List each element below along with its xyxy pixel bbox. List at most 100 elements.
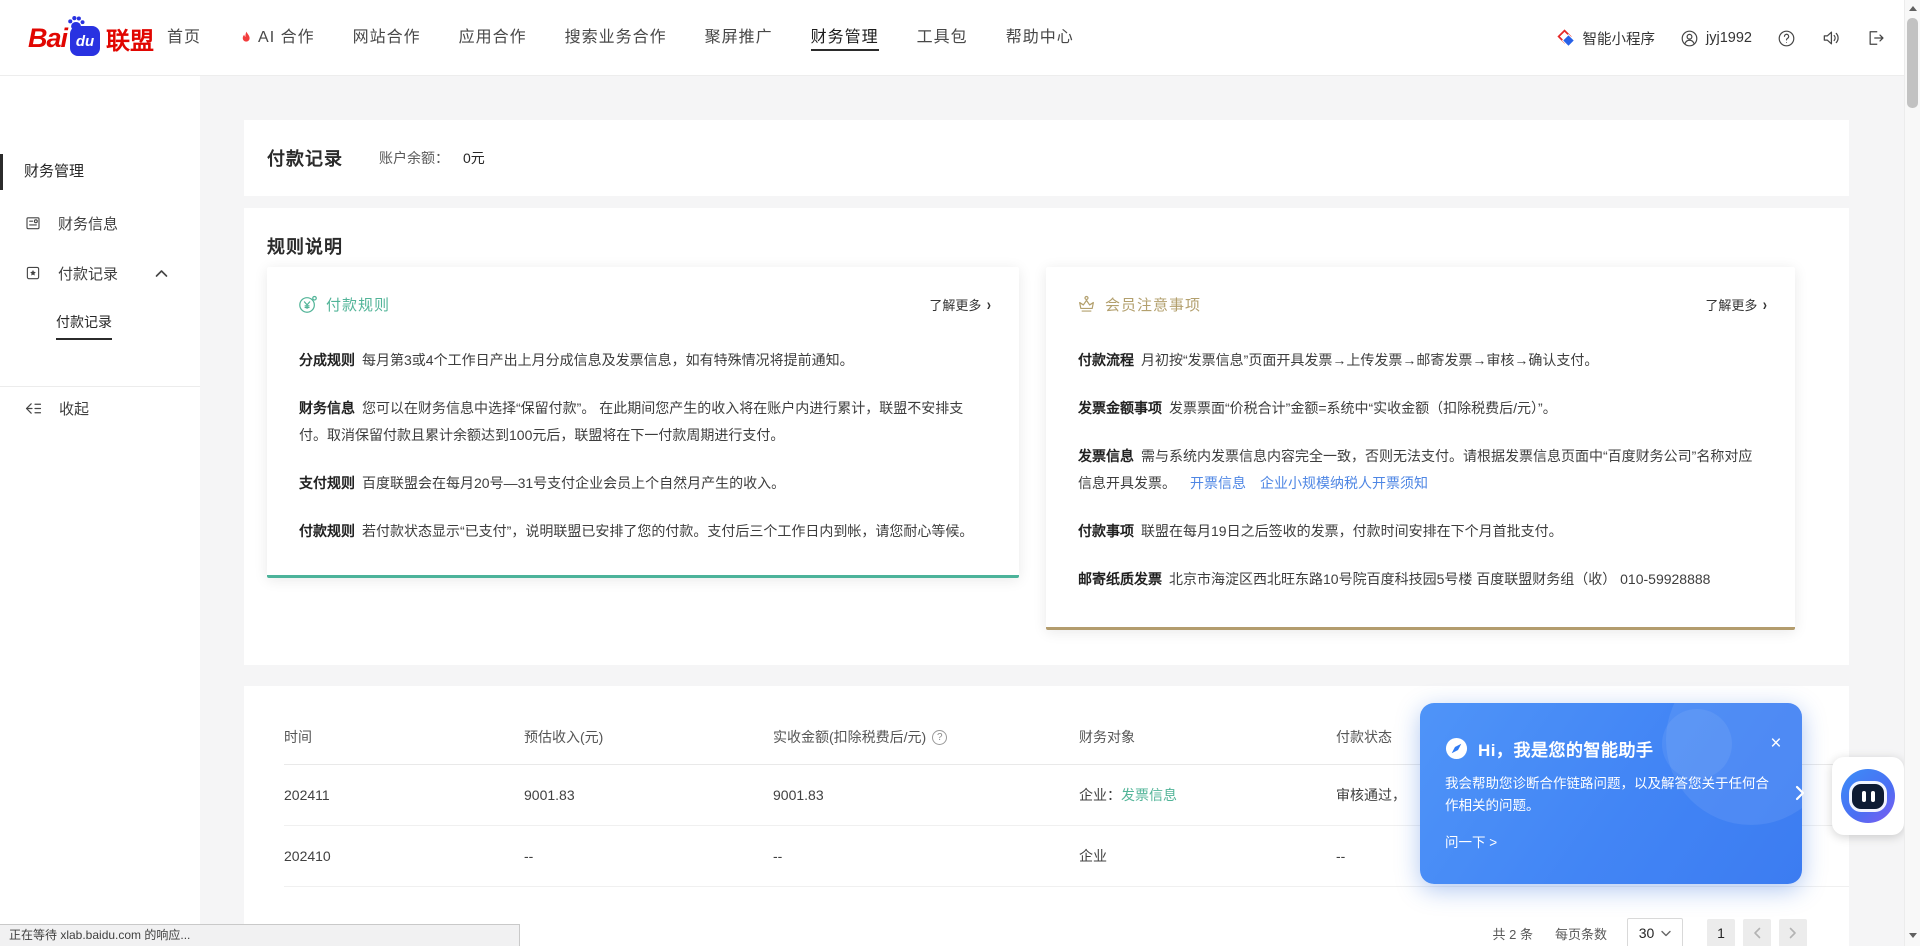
nav-item-finance-management[interactable]: 财务管理	[792, 0, 898, 76]
user-account[interactable]: jyj1992	[1680, 29, 1752, 48]
cell-time: 202410	[284, 848, 524, 864]
chevron-up-icon[interactable]	[155, 269, 168, 278]
column-header-estimated-income: 预估收入(元)	[524, 727, 773, 747]
sidebar-section-finance-management[interactable]: 财务管理	[0, 162, 200, 182]
learn-more-label: 了解更多	[1705, 295, 1757, 314]
miniprogram-label: 智能小程序	[1583, 28, 1656, 49]
help-icon[interactable]	[1777, 29, 1796, 48]
scrollbar-thumb[interactable]	[1907, 18, 1918, 108]
vertical-scrollbar[interactable]	[1904, 0, 1920, 946]
invoice-info-link[interactable]: 发票信息	[1121, 787, 1177, 803]
rule-label: 发票信息	[1078, 448, 1134, 464]
rule-paragraph: 发票金额事项发票票面“价税合计”金额=系统中“实收金额（扣除税费后/元）”。	[1078, 395, 1765, 422]
nav-item-website-cooperation[interactable]: 网站合作	[334, 0, 440, 76]
rule-paragraph: 邮寄纸质发票北京市海淀区西北旺东路10号院百度科技园5号楼 百度联盟财务组（收）…	[1078, 566, 1765, 593]
miniprogram-diamond-icon	[1557, 29, 1576, 48]
member-notes-card-header: 会员注意事项 了解更多 ›	[1046, 267, 1795, 314]
rule-text: 百度联盟会在每月20号—31号支付企业会员上个自然月产生的收入。	[362, 475, 785, 491]
rule-paragraph: 付款流程月初按“发票信息”页面开具发票→上传发票→邮寄发票→审核→确认支付。	[1078, 347, 1765, 374]
logout-icon[interactable]	[1866, 28, 1886, 48]
close-icon[interactable]: ×	[1770, 734, 1781, 753]
account-balance-value: 0元	[463, 148, 485, 168]
rule-label: 分成规则	[299, 352, 355, 368]
sound-icon[interactable]	[1821, 28, 1841, 48]
sidebar: 财务管理 财务信息 付款记录 付款记录 收起	[0, 76, 200, 946]
sidebar-item-payment-records[interactable]: 付款记录	[0, 264, 200, 282]
nav-item-screen-promotion[interactable]: 聚屏推广	[686, 0, 792, 76]
rule-label: 支付规则	[299, 475, 355, 491]
expand-arrow-icon[interactable]	[1795, 785, 1805, 801]
assistant-popup: Hi，我是您的智能助手 × 我会帮助您诊断合作链路问题，以及解答您关于任何合作相…	[1420, 703, 1802, 884]
nav-item-help-center[interactable]: 帮助中心	[987, 0, 1093, 76]
crown-icon	[1076, 294, 1097, 315]
rule-text: 发票票面“价税合计”金额=系统中“实收金额（扣除税费后/元）”。	[1169, 400, 1557, 416]
sidebar-divider	[0, 386, 200, 387]
robot-face-icon	[1841, 769, 1895, 823]
rules-panel: 规则说明 付款规则 了解更多 › 分成规则每月第3或4个工作日产出上月分成信息及…	[244, 208, 1849, 665]
id-card-icon	[24, 214, 42, 232]
chevron-right-icon: ›	[987, 296, 991, 313]
nav-item-ai-cooperation[interactable]: AI 合作	[220, 0, 334, 76]
baidu-union-logo[interactable]: Bai du 联盟	[28, 0, 154, 76]
payment-rules-card: 付款规则 了解更多 › 分成规则每月第3或4个工作日产出上月分成信息及发票信息，…	[267, 267, 1019, 578]
nav-item-toolkit[interactable]: 工具包	[898, 0, 987, 76]
top-navbar: Bai du 联盟 首页 AI 合作 网站合作 应用合作 搜索业务合作 聚屏推广…	[0, 0, 1920, 76]
scroll-down-arrow-icon[interactable]	[1909, 933, 1917, 938]
target-prefix: 企业：	[1079, 787, 1121, 803]
rule-paragraph: 财务信息您可以在财务信息中选择“保留付款”。 在此期间您产生的收入将在账户内进行…	[299, 395, 989, 449]
rules-section-title: 规则说明	[267, 233, 343, 259]
nav-item-search-business[interactable]: 搜索业务合作	[546, 0, 686, 76]
logo-text-union: 联盟	[106, 21, 154, 56]
user-icon	[1680, 29, 1699, 48]
cell-actual-amount: 9001.83	[773, 787, 1079, 803]
compass-icon	[1445, 737, 1468, 760]
assistant-fab-button[interactable]	[1832, 757, 1904, 835]
small-taxpayer-invoice-notice-link[interactable]: 企业小规模纳税人开票须知	[1260, 475, 1428, 491]
prev-page-button[interactable]	[1743, 919, 1771, 946]
assistant-popup-header: Hi，我是您的智能助手 ×	[1445, 736, 1654, 761]
member-notes-card-body: 付款流程月初按“发票信息”页面开具发票→上传发票→邮寄发票→审核→确认支付。 发…	[1046, 314, 1795, 593]
column-header-label: 实收金额(扣除税费后/元)	[773, 727, 926, 747]
rule-text: 每月第3或4个工作日产出上月分成信息及发票信息，如有特殊情况将提前通知。	[362, 352, 854, 368]
rule-label: 邮寄纸质发票	[1078, 571, 1162, 587]
sidebar-collapse-button[interactable]: 收起	[0, 398, 200, 418]
invoice-info-link[interactable]: 开票信息	[1190, 475, 1246, 491]
navbar-right-area: 智能小程序 jyj1992	[1557, 0, 1886, 76]
scroll-up-arrow-icon[interactable]	[1909, 6, 1917, 11]
sidebar-item-finance-info[interactable]: 财务信息	[0, 214, 200, 232]
nav-item-home[interactable]: 首页	[148, 0, 220, 76]
rule-label: 付款流程	[1078, 352, 1134, 368]
assistant-popup-body: 我会帮助您诊断合作链路问题，以及解答您关于任何合作相关的问题。	[1445, 773, 1781, 817]
question-circle-icon[interactable]: ?	[932, 730, 947, 745]
nav-item-app-cooperation[interactable]: 应用合作	[440, 0, 546, 76]
member-notes-learn-more-link[interactable]: 了解更多 ›	[1705, 295, 1768, 314]
rule-label: 发票金额事项	[1078, 400, 1162, 416]
rule-label: 付款事项	[1078, 523, 1134, 539]
rule-text: 月初按“发票信息”页面开具发票→上传发票→邮寄发票→审核→确认支付。	[1141, 352, 1598, 368]
main-navigation: 首页 AI 合作 网站合作 应用合作 搜索业务合作 聚屏推广 财务管理 工具包 …	[148, 0, 1093, 76]
page-title: 付款记录	[267, 145, 343, 171]
next-page-button[interactable]	[1779, 919, 1807, 946]
rule-paragraph: 发票信息需与系统内发票信息内容完全一致，否则无法支付。请根据发票信息页面中“百度…	[1078, 443, 1765, 497]
per-page-value: 30	[1639, 925, 1655, 941]
coin-yen-icon	[297, 294, 318, 315]
rule-text: 联盟在每月19日之后签收的发票，付款时间安排在下个月首批支付。	[1141, 523, 1563, 539]
rule-paragraph: 支付规则百度联盟会在每月20号—31号支付企业会员上个自然月产生的收入。	[299, 470, 989, 497]
smart-miniprogram-link[interactable]: 智能小程序	[1557, 28, 1656, 49]
ask-assistant-button[interactable]: 问一下 >	[1445, 831, 1497, 851]
rule-paragraph: 付款规则若付款状态显示“已支付”，说明联盟已安排了您的付款。支付后三个工作日内到…	[299, 518, 989, 545]
page-1-button[interactable]: 1	[1707, 919, 1735, 946]
payment-rules-card-title: 付款规则	[326, 294, 390, 315]
cell-finance-target: 企业：发票信息	[1079, 785, 1336, 805]
per-page-select[interactable]: 30	[1627, 918, 1683, 946]
sidebar-subitem-label: 付款记录	[56, 312, 112, 340]
badge-star-icon	[24, 264, 42, 282]
rule-label: 财务信息	[299, 400, 355, 416]
payment-rules-learn-more-link[interactable]: 了解更多 ›	[929, 295, 992, 314]
logo-du-box: du	[70, 26, 100, 56]
sidebar-subitem-payment-records[interactable]: 付款记录	[0, 312, 200, 340]
cell-time: 202411	[284, 787, 524, 803]
chevron-left-icon	[1753, 927, 1761, 939]
rule-text: 若付款状态显示“已支付”，说明联盟已安排了您的付款。支付后三个工作日内到帐，请您…	[362, 523, 973, 539]
rule-paragraph: 付款事项联盟在每月19日之后签收的发票，付款时间安排在下个月首批支付。	[1078, 518, 1765, 545]
